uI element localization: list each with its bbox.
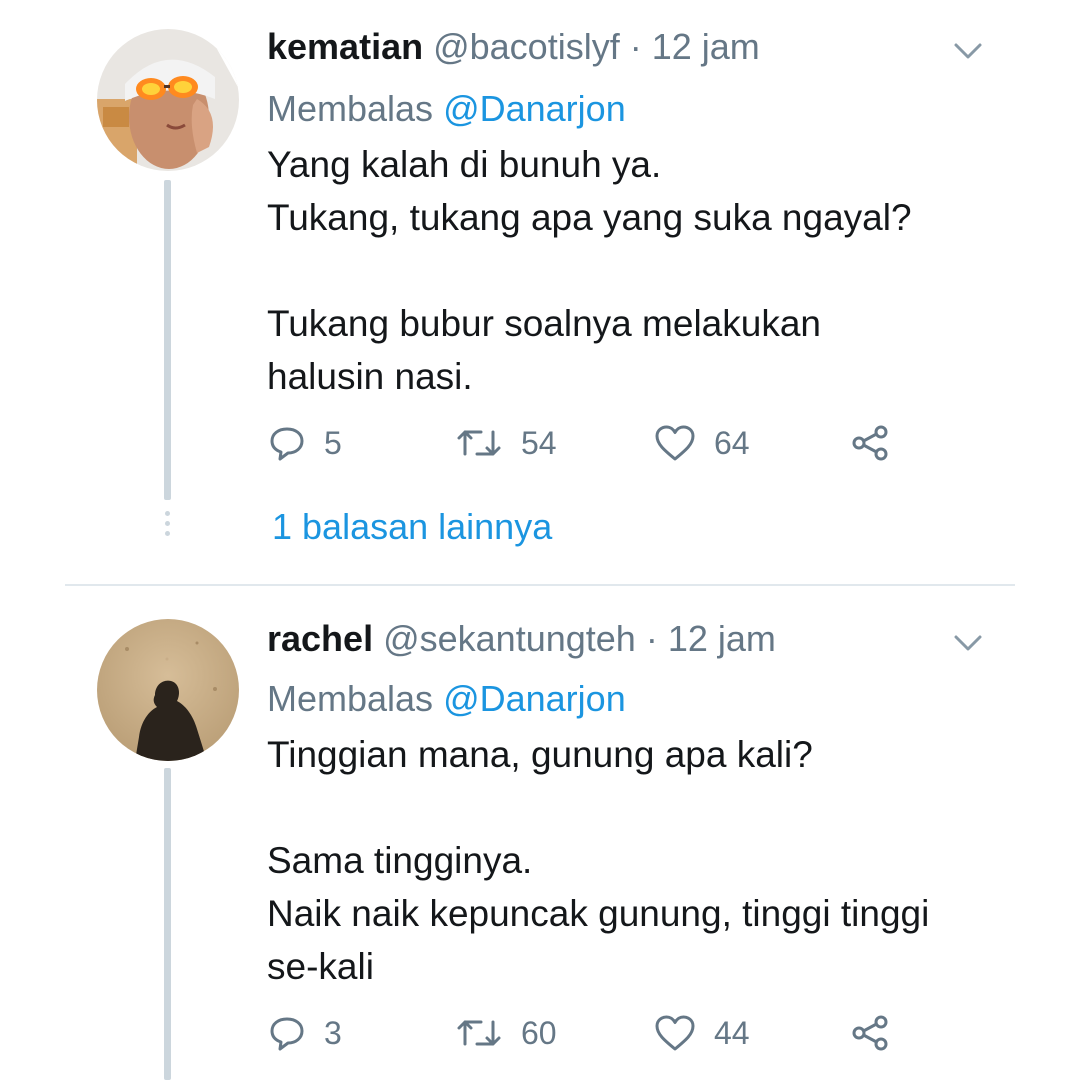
like-count: 44 (714, 1014, 750, 1051)
tweet-header: rachel @sekantungteh · 12 jam (267, 618, 776, 660)
reply-prefix: Membalas (267, 88, 434, 129)
user-handle[interactable]: @sekantungteh (383, 618, 636, 659)
tweet-text: Yang kalah di bunuh ya. Tukang, tukang a… (267, 138, 912, 403)
tweet-line: Tukang, tukang apa yang suka ngayal? (267, 197, 912, 238)
user-handle[interactable]: @bacotislyf (433, 26, 620, 67)
reply-count: 5 (324, 424, 342, 461)
tweet-line: Naik naik kepuncak gunung, tinggi tinggi (267, 893, 930, 934)
like-button[interactable]: 44 (654, 1011, 750, 1055)
timestamp[interactable]: 12 jam (652, 26, 760, 67)
divider (65, 584, 1015, 586)
action-bar: 5 54 64 (268, 421, 908, 465)
avatar[interactable] (97, 619, 239, 761)
more-replies-link[interactable]: 1 balasan lainnya (272, 506, 552, 548)
reply-button[interactable]: 5 (268, 421, 342, 465)
thread-ellipsis (165, 511, 170, 541)
thread-line (164, 180, 171, 500)
share-button[interactable] (850, 1011, 890, 1055)
like-button[interactable]: 64 (654, 421, 750, 465)
chevron-down-icon[interactable] (951, 40, 985, 62)
reply-icon (270, 1017, 304, 1051)
action-bar: 3 60 44 (268, 1011, 908, 1055)
retweet-icon (457, 430, 501, 456)
tweet-line: Tukang bubur soalnya melakukan (267, 303, 821, 344)
reply-context: Membalas @Danarjon (267, 88, 626, 130)
reply-button[interactable]: 3 (268, 1011, 342, 1055)
chevron-down-icon[interactable] (951, 632, 985, 654)
thread-line (164, 768, 171, 1080)
like-icon (655, 425, 695, 461)
separator: · (645, 618, 658, 659)
tweet-line: Tinggian mana, gunung apa kali? (267, 734, 813, 775)
like-count: 64 (714, 424, 750, 461)
reply-icon (270, 427, 304, 461)
reply-mention[interactable]: @Danarjon (443, 88, 626, 129)
display-name[interactable]: rachel (267, 618, 373, 659)
avatar[interactable] (97, 29, 239, 171)
tweet-line: halusin nasi. (267, 356, 473, 397)
reply-prefix: Membalas (267, 678, 434, 719)
tweet-text: Tinggian mana, gunung apa kali? Sama tin… (267, 728, 929, 993)
retweet-count: 60 (521, 1014, 557, 1051)
retweet-button[interactable]: 54 (455, 421, 557, 465)
retweet-count: 54 (521, 424, 557, 461)
retweet-button[interactable]: 60 (455, 1011, 557, 1055)
share-button[interactable] (850, 421, 890, 465)
separator: · (629, 26, 642, 67)
tweet-line: Yang kalah di bunuh ya. (267, 144, 662, 185)
share-icon (852, 425, 888, 461)
timestamp[interactable]: 12 jam (668, 618, 776, 659)
retweet-icon (457, 1020, 501, 1046)
tweet[interactable]: rachel @sekantungteh · 12 jam Membalas @… (0, 588, 1080, 1080)
tweet-line: Sama tingginya. (267, 840, 533, 881)
reply-mention[interactable]: @Danarjon (443, 678, 626, 719)
reply-count: 3 (324, 1014, 342, 1051)
share-icon (852, 1015, 888, 1051)
reply-context: Membalas @Danarjon (267, 678, 626, 720)
tweet-header: kematian @bacotislyf · 12 jam (267, 26, 760, 68)
tweet[interactable]: kematian @bacotislyf · 12 jam Membalas @… (0, 0, 1080, 585)
display-name[interactable]: kematian (267, 26, 423, 67)
tweet-line: se-kali (267, 946, 374, 987)
like-icon (655, 1015, 695, 1051)
